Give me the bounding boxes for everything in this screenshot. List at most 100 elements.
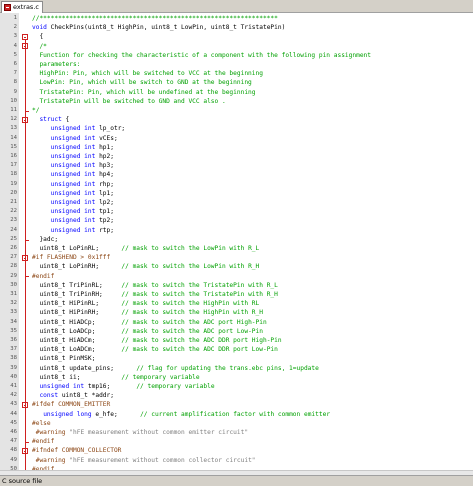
code-keyword: unsigned int xyxy=(50,125,96,133)
code-line[interactable]: 44 unsigned long e_hfe; // current ampli… xyxy=(0,410,473,419)
code-line[interactable]: 10 TristatePin will be switched to GND a… xyxy=(0,97,473,106)
code-token: uint8_t TriPinRL; xyxy=(32,281,122,289)
code-line[interactable]: 32 uint8_t HiPinRL; // mask to switch th… xyxy=(0,299,473,308)
line-number: 27 xyxy=(10,254,17,261)
code-line[interactable]: 4 /* xyxy=(0,42,473,51)
code-line[interactable]: 30 uint8_t TriPinRL; // mask to switch t… xyxy=(0,281,473,290)
code-line[interactable]: 39 uint8_t update_pins; // flag for upda… xyxy=(0,364,473,373)
code-line[interactable]: 36 uint8_t HiADCm; // mask to switch the… xyxy=(0,336,473,345)
code-line[interactable]: 8 LowPin: Pin, which will be switch to G… xyxy=(0,78,473,87)
code-string: "hFE measurement without common emitter … xyxy=(69,429,249,436)
code-token: uint8_t LoPinRH; xyxy=(32,263,122,271)
code-text: #warning "hFE measurement without common… xyxy=(32,428,248,437)
code-comment: //**************************************… xyxy=(32,15,278,22)
code-comment: // temporary variable xyxy=(136,383,215,390)
line-number: 25 xyxy=(10,235,17,242)
code-line[interactable]: 22 unsigned int tp1; xyxy=(0,207,473,216)
code-line[interactable]: 48 #ifndef COMMON_COLLECTOR xyxy=(0,446,473,455)
code-line[interactable]: 46 #warning "hFE measurement without com… xyxy=(0,428,473,437)
code-comment: // mask to switch the LowPin with R_H xyxy=(121,263,260,271)
code-line[interactable]: 29 #endif xyxy=(0,272,473,281)
code-line[interactable]: 25 }adc; xyxy=(0,235,473,244)
code-line[interactable]: 28 uint8_t LoPinRH; // mask to switch th… xyxy=(0,262,473,271)
code-line[interactable]: 5 Function for checking the characterist… xyxy=(0,51,473,60)
line-number: 49 xyxy=(10,456,17,463)
code-comment: // mask to switch the TristatePin with R… xyxy=(121,281,278,289)
code-text: uint8_t TriPinRL; // mask to switch the … xyxy=(32,281,278,290)
code-token: tmp16; xyxy=(84,383,137,390)
code-line[interactable]: 33 uint8_t HiPinRH; // mask to switch th… xyxy=(0,308,473,317)
code-comment: */ xyxy=(32,107,40,114)
code-line[interactable]: 6 parameters: xyxy=(0,60,473,69)
code-line[interactable]: 12 struct { xyxy=(0,115,473,124)
code-keyword: unsigned int xyxy=(39,383,85,390)
line-number: 46 xyxy=(10,429,17,435)
code-text: uint8_t TriPinRH; // mask to switch the … xyxy=(32,290,277,299)
code-line[interactable]: 19 unsigned int rhp; xyxy=(0,180,473,189)
code-text: unsigned int hp2; xyxy=(32,152,114,161)
code-text: #ifndef COMMON_COLLECTOR xyxy=(32,446,121,455)
status-bar: C source file xyxy=(0,475,473,486)
code-line[interactable]: 2 void CheckPins(uint8_t HighPin, uint8_t… xyxy=(0,23,473,32)
code-line[interactable]: 49 #warning "hFE measurement without com… xyxy=(0,456,473,465)
line-number: 44 xyxy=(10,410,17,417)
code-text: //**************************************… xyxy=(32,14,278,23)
code-line[interactable]: 11 */ xyxy=(0,106,473,115)
code-token: rtp; xyxy=(95,226,114,234)
code-line[interactable]: 47 #endif xyxy=(0,437,473,446)
code-line[interactable]: 26 uint8_t LoPinRL; // mask to switch th… xyxy=(0,244,473,253)
code-preprocessor: #endif xyxy=(32,272,55,280)
code-text: uint8_t HiADCm; // mask to switch the AD… xyxy=(32,336,281,345)
code-line[interactable]: 18 unsigned int hp4; xyxy=(0,170,473,179)
code-line[interactable]: 7 HighPin: Pin, which will be switched t… xyxy=(0,69,473,78)
code-line[interactable]: 45 #else xyxy=(0,419,473,428)
code-line[interactable]: 13 unsigned int lp_otr; xyxy=(0,124,473,133)
code-text: /* xyxy=(32,42,46,51)
line-number: 4 xyxy=(13,42,17,49)
code-text: unsigned int rhp; xyxy=(32,180,114,189)
code-line[interactable]: 20 unsigned int lp1; xyxy=(0,189,473,198)
code-line[interactable]: 43 #ifdef COMMON_EMITTER xyxy=(0,400,473,409)
code-token: rhp; xyxy=(95,180,114,188)
fold-end-marker xyxy=(24,276,29,278)
code-line[interactable]: 27 #if FLASHEND > 0x1fff xyxy=(0,253,473,262)
code-line[interactable]: 24 unsigned int rtp; xyxy=(0,226,473,235)
code-text: TristatePin will be switched to GND and … xyxy=(32,97,225,106)
code-line[interactable]: 40 uint8_t ii; // temporary variable xyxy=(0,373,473,382)
code-line[interactable]: 16 unsigned int hp2; xyxy=(0,152,473,161)
code-line[interactable]: 17 unsigned int hp3; xyxy=(0,161,473,170)
code-line[interactable]: 31 uint8_t TriPinRH; // mask to switch t… xyxy=(0,290,473,299)
fold-guide xyxy=(24,40,26,475)
code-line[interactable]: 9 TristatePin: Pin, which will be undefi… xyxy=(0,88,473,97)
code-text: unsigned long e_hfe; // current amplific… xyxy=(32,410,330,419)
fold-end-marker xyxy=(24,110,29,112)
code-line[interactable]: 34 uint8_t HiADCp; // mask to switch the… xyxy=(0,318,473,327)
code-token: tp1; xyxy=(95,208,114,216)
code-text: uint8_t HiPinRL; // mask to switch the H… xyxy=(32,299,259,308)
code-line[interactable]: 1 //*************************************… xyxy=(0,14,473,23)
code-text: TristatePin: Pin, which will be undefine… xyxy=(32,88,255,97)
code-comment: // current amplification factor with com… xyxy=(140,410,331,418)
code-text: parameters: xyxy=(32,60,80,69)
code-line[interactable]: 35 uint8_t LoADCp; // mask to switch the… xyxy=(0,327,473,336)
code-text: #ifdef COMMON_EMITTER xyxy=(32,400,110,409)
code-text: uint8_t LoPinRL; // mask to switch the L… xyxy=(32,244,259,253)
tab-extras-c[interactable]: extras.c xyxy=(1,1,43,13)
code-line[interactable]: 23 unsigned int tp2; xyxy=(0,216,473,225)
code-line[interactable]: 41 unsigned int tmp16; // temporary vari… xyxy=(0,382,473,391)
code-keyword: const xyxy=(39,392,59,400)
line-number: 45 xyxy=(10,419,17,426)
code-preprocessor: #ifndef COMMON_COLLECTOR xyxy=(32,447,122,455)
code-line[interactable]: 37 uint8_t LoADCm; // mask to switch the… xyxy=(0,345,473,354)
code-line[interactable]: 15 unsigned int hp1; xyxy=(0,143,473,152)
code-line[interactable]: 14 unsigned int vCEs; xyxy=(0,134,473,143)
code-editor[interactable]: 1 //*************************************… xyxy=(0,13,473,475)
code-line[interactable]: 21 unsigned int lp2; xyxy=(0,198,473,207)
code-line[interactable]: 42 const uint8_t *addr; xyxy=(0,391,473,400)
code-line[interactable]: 38 uint8_t PinMSK; xyxy=(0,354,473,363)
code-line[interactable]: 3 { xyxy=(0,32,473,41)
